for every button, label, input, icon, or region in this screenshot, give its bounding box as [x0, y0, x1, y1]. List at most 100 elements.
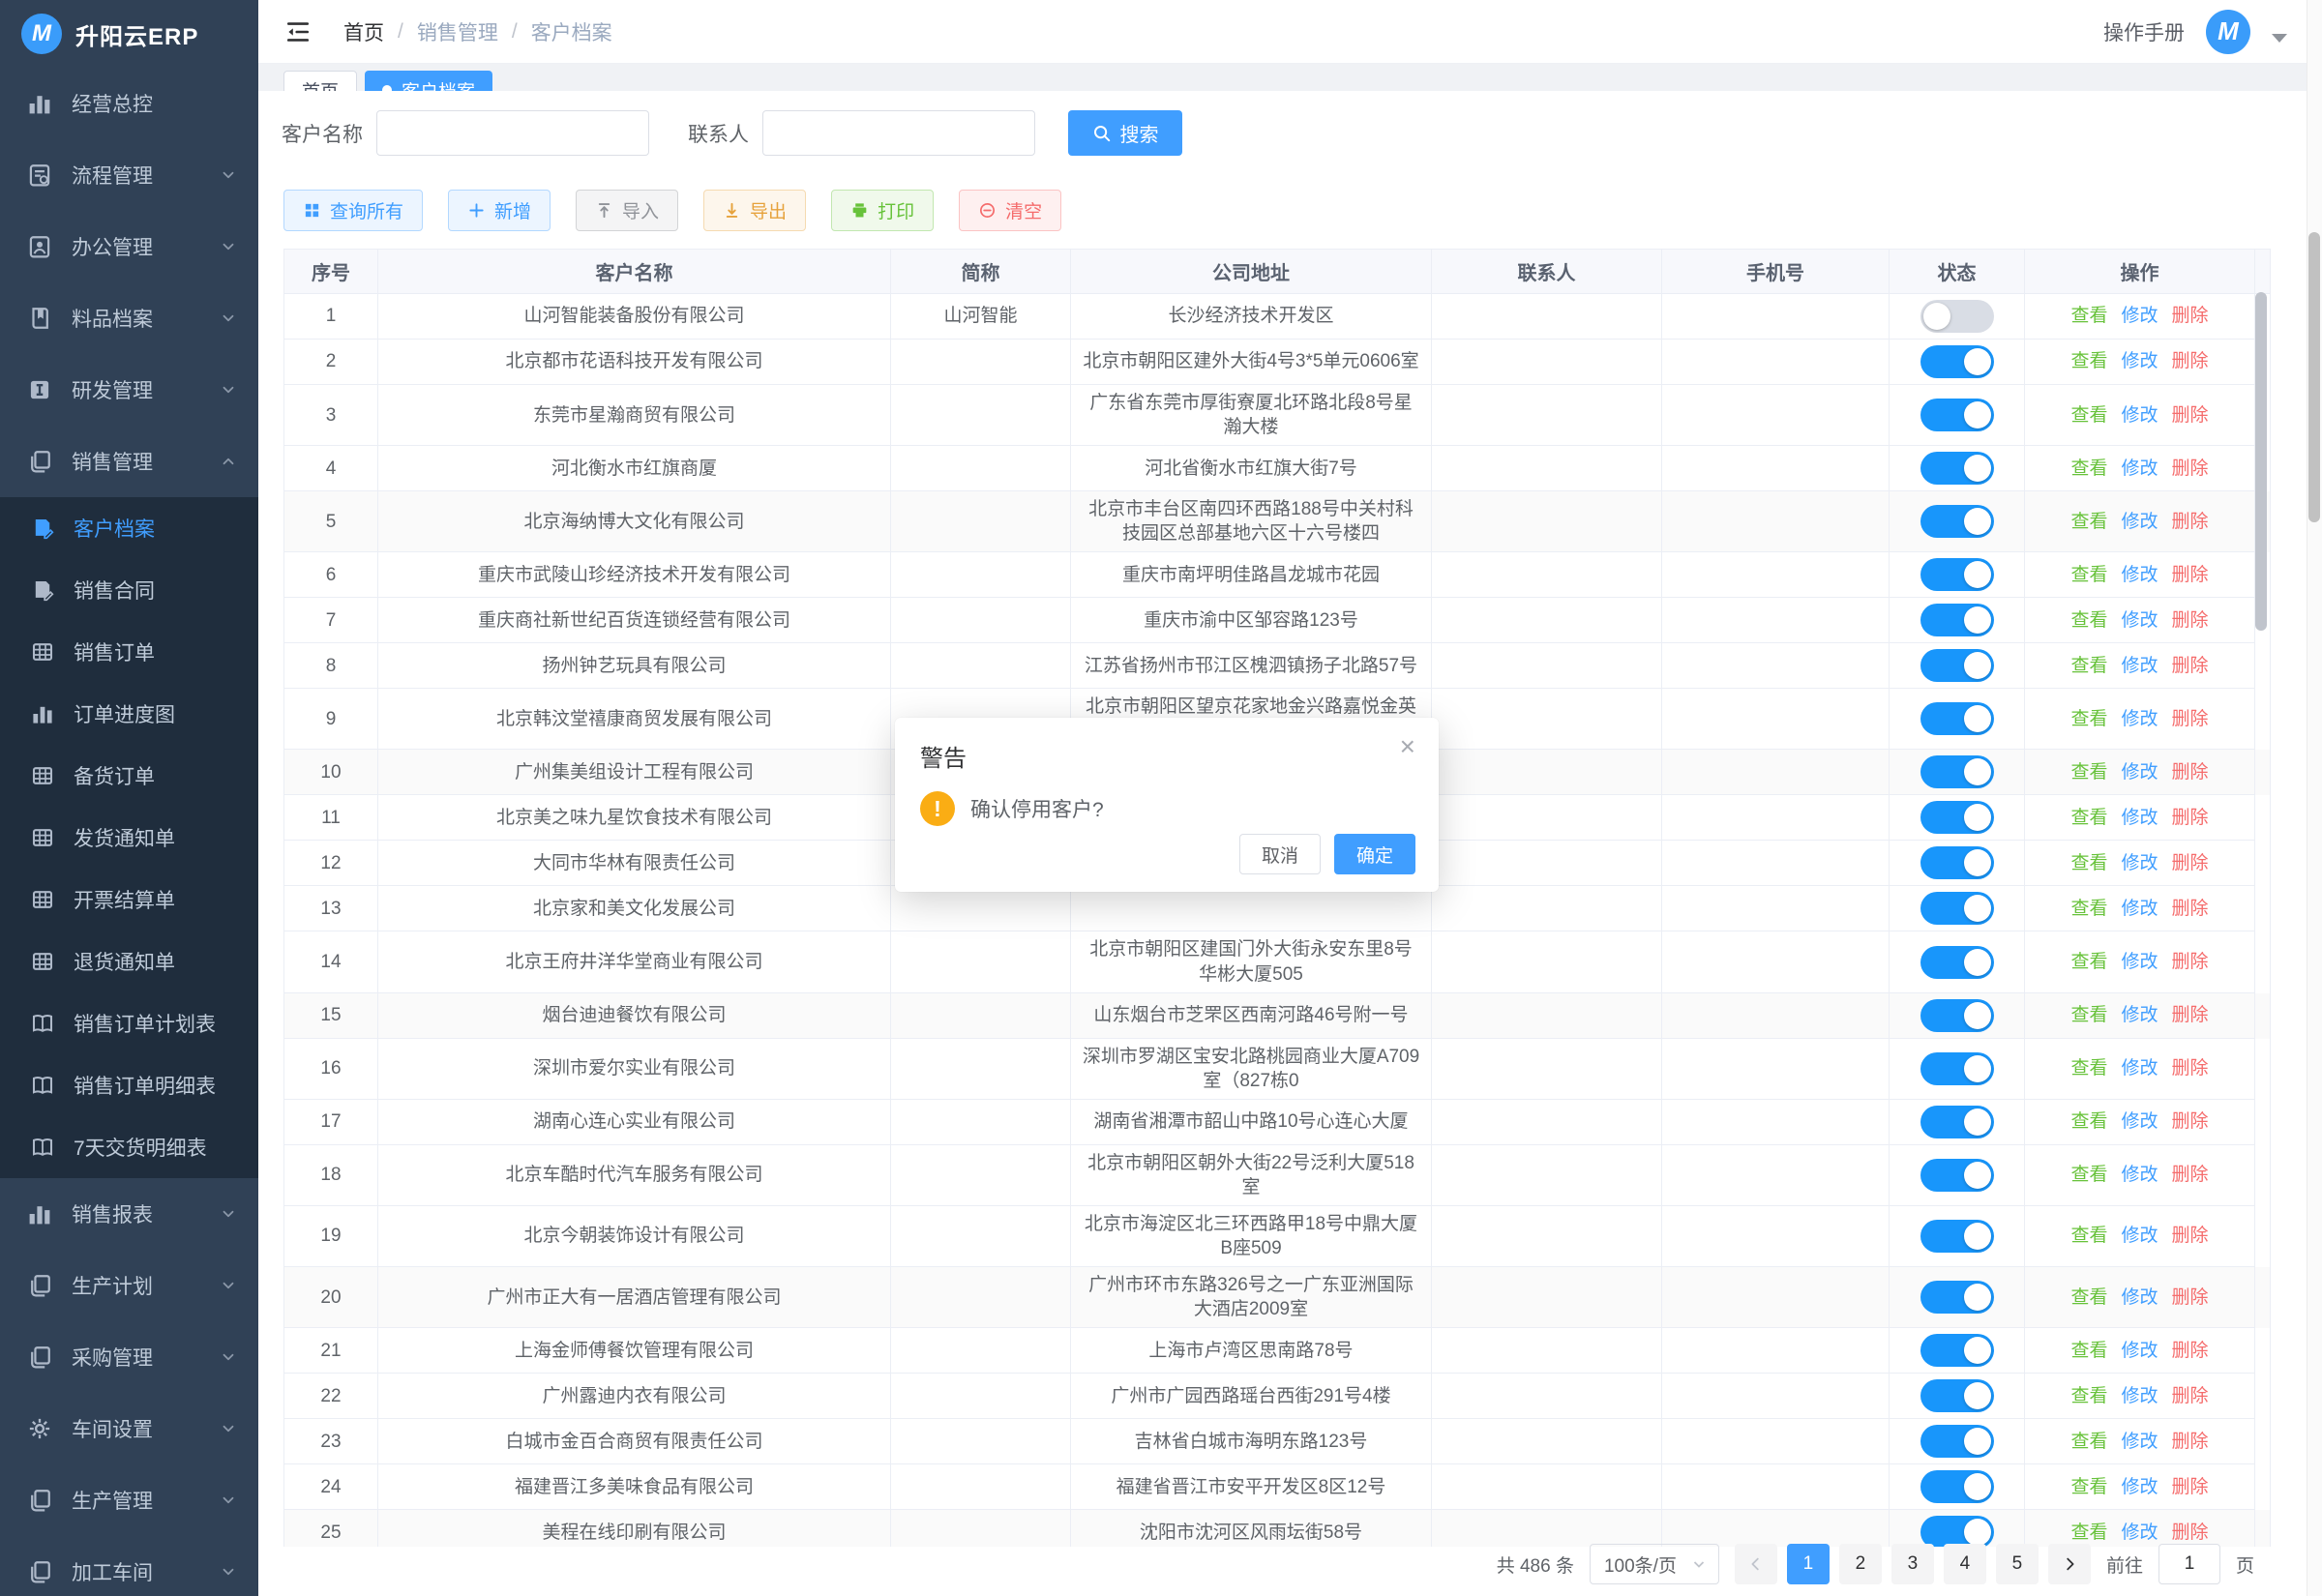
delete-link[interactable]: 删除 — [2172, 760, 2209, 784]
status-toggle[interactable] — [1920, 1379, 1994, 1412]
edit-link[interactable]: 修改 — [2121, 806, 2158, 830]
status-toggle[interactable] — [1920, 558, 1994, 591]
status-toggle[interactable] — [1920, 755, 1994, 788]
sidebar-subitem-销售订单[interactable]: 销售订单 — [0, 621, 258, 683]
view-link[interactable]: 查看 — [2070, 563, 2107, 587]
page-size-select[interactable]: 100条/页 — [1590, 1544, 1719, 1584]
delete-link[interactable]: 删除 — [2172, 1163, 2209, 1187]
sidebar-item-加工车间[interactable]: 加工车间 — [0, 1536, 258, 1596]
view-link[interactable]: 查看 — [2070, 1109, 2107, 1134]
delete-link[interactable]: 删除 — [2172, 654, 2209, 678]
dialog-close-icon[interactable]: × — [1400, 733, 1415, 760]
sidebar-item-生产管理[interactable]: 生产管理 — [0, 1464, 258, 1536]
prev-page-button[interactable] — [1735, 1544, 1777, 1584]
sidebar-item-经营总控[interactable]: 经营总控 — [0, 68, 258, 139]
sidebar-item-办公管理[interactable]: 办公管理 — [0, 211, 258, 282]
breadcrumb-home[interactable]: 首页 — [343, 17, 384, 46]
view-link[interactable]: 查看 — [2070, 1286, 2107, 1310]
edit-link[interactable]: 修改 — [2121, 1224, 2158, 1248]
delete-link[interactable]: 删除 — [2172, 1056, 2209, 1080]
sidebar-subitem-销售订单计划表[interactable]: 销售订单计划表 — [0, 992, 258, 1054]
edit-link[interactable]: 修改 — [2121, 403, 2158, 428]
toolbar-button-导入[interactable]: 导入 — [576, 190, 678, 231]
view-link[interactable]: 查看 — [2070, 1163, 2107, 1187]
sidebar-item-采购管理[interactable]: 采购管理 — [0, 1321, 258, 1393]
status-toggle[interactable] — [1920, 1334, 1994, 1367]
view-link[interactable]: 查看 — [2070, 403, 2107, 428]
status-toggle[interactable] — [1920, 946, 1994, 979]
view-link[interactable]: 查看 — [2070, 851, 2107, 875]
next-page-button[interactable] — [2048, 1544, 2091, 1584]
view-link[interactable]: 查看 — [2070, 1521, 2107, 1545]
edit-link[interactable]: 修改 — [2121, 608, 2158, 633]
page-scrollbar[interactable] — [2307, 0, 2322, 1596]
status-toggle[interactable] — [1920, 345, 1994, 378]
page-button-1[interactable]: 1 — [1787, 1544, 1830, 1584]
sidebar-item-流程管理[interactable]: 流程管理 — [0, 139, 258, 211]
toolbar-button-新增[interactable]: 新增 — [448, 190, 551, 231]
status-toggle[interactable] — [1920, 1516, 1994, 1547]
delete-link[interactable]: 删除 — [2172, 608, 2209, 633]
delete-link[interactable]: 删除 — [2172, 851, 2209, 875]
status-toggle[interactable] — [1920, 1220, 1994, 1253]
status-toggle[interactable] — [1920, 892, 1994, 925]
edit-link[interactable]: 修改 — [2121, 304, 2158, 328]
sidebar-subitem-销售订单明细表[interactable]: 销售订单明细表 — [0, 1054, 258, 1116]
edit-link[interactable]: 修改 — [2121, 1339, 2158, 1363]
edit-link[interactable]: 修改 — [2121, 707, 2158, 731]
table-scrollbar-thumb[interactable] — [2255, 292, 2267, 631]
status-toggle[interactable] — [1920, 846, 1994, 879]
view-link[interactable]: 查看 — [2070, 1430, 2107, 1454]
edit-link[interactable]: 修改 — [2121, 950, 2158, 974]
status-toggle[interactable] — [1920, 649, 1994, 682]
view-link[interactable]: 查看 — [2070, 806, 2107, 830]
status-toggle[interactable] — [1920, 1052, 1994, 1085]
delete-link[interactable]: 删除 — [2172, 457, 2209, 481]
edit-link[interactable]: 修改 — [2121, 349, 2158, 373]
page-scrollbar-thumb[interactable] — [2308, 232, 2320, 522]
sidebar-item-销售管理[interactable]: 销售管理 — [0, 426, 258, 497]
tab-home[interactable]: 首页 — [283, 71, 357, 91]
delete-link[interactable]: 删除 — [2172, 563, 2209, 587]
edit-link[interactable]: 修改 — [2121, 851, 2158, 875]
view-link[interactable]: 查看 — [2070, 950, 2107, 974]
view-link[interactable]: 查看 — [2070, 1003, 2107, 1027]
user-menu-caret-icon[interactable] — [2272, 34, 2287, 43]
edit-link[interactable]: 修改 — [2121, 510, 2158, 534]
edit-link[interactable]: 修改 — [2121, 1003, 2158, 1027]
view-link[interactable]: 查看 — [2070, 1384, 2107, 1408]
view-link[interactable]: 查看 — [2070, 304, 2107, 328]
edit-link[interactable]: 修改 — [2121, 1163, 2158, 1187]
edit-link[interactable]: 修改 — [2121, 1056, 2158, 1080]
edit-link[interactable]: 修改 — [2121, 563, 2158, 587]
delete-link[interactable]: 删除 — [2172, 1109, 2209, 1134]
sidebar-item-生产计划[interactable]: 生产计划 — [0, 1250, 258, 1321]
edit-link[interactable]: 修改 — [2121, 1521, 2158, 1545]
delete-link[interactable]: 删除 — [2172, 349, 2209, 373]
delete-link[interactable]: 删除 — [2172, 1286, 2209, 1310]
delete-link[interactable]: 删除 — [2172, 1003, 2209, 1027]
delete-link[interactable]: 删除 — [2172, 806, 2209, 830]
status-toggle[interactable] — [1920, 1470, 1994, 1503]
manual-link[interactable]: 操作手册 — [2103, 17, 2185, 46]
edit-link[interactable]: 修改 — [2121, 1430, 2158, 1454]
delete-link[interactable]: 删除 — [2172, 510, 2209, 534]
sidebar-subitem-发货通知单[interactable]: 发货通知单 — [0, 807, 258, 869]
sidebar-subitem-退货通知单[interactable]: 退货通知单 — [0, 931, 258, 992]
status-toggle[interactable] — [1920, 702, 1994, 735]
view-link[interactable]: 查看 — [2070, 897, 2107, 921]
delete-link[interactable]: 删除 — [2172, 1224, 2209, 1248]
edit-link[interactable]: 修改 — [2121, 1475, 2158, 1499]
edit-link[interactable]: 修改 — [2121, 1384, 2158, 1408]
delete-link[interactable]: 删除 — [2172, 1430, 2209, 1454]
toolbar-button-打印[interactable]: 打印 — [831, 190, 934, 231]
view-link[interactable]: 查看 — [2070, 1475, 2107, 1499]
sidebar-subitem-7天交货明细表[interactable]: 7天交货明细表 — [0, 1116, 258, 1178]
sidebar-subitem-销售合同[interactable]: 销售合同 — [0, 559, 258, 621]
edit-link[interactable]: 修改 — [2121, 1286, 2158, 1310]
sidebar-collapse-icon[interactable] — [283, 19, 313, 44]
status-toggle[interactable] — [1920, 999, 1994, 1032]
breadcrumb-sales[interactable]: 销售管理 — [417, 17, 498, 46]
page-button-2[interactable]: 2 — [1839, 1544, 1882, 1584]
status-toggle[interactable] — [1920, 300, 1994, 333]
